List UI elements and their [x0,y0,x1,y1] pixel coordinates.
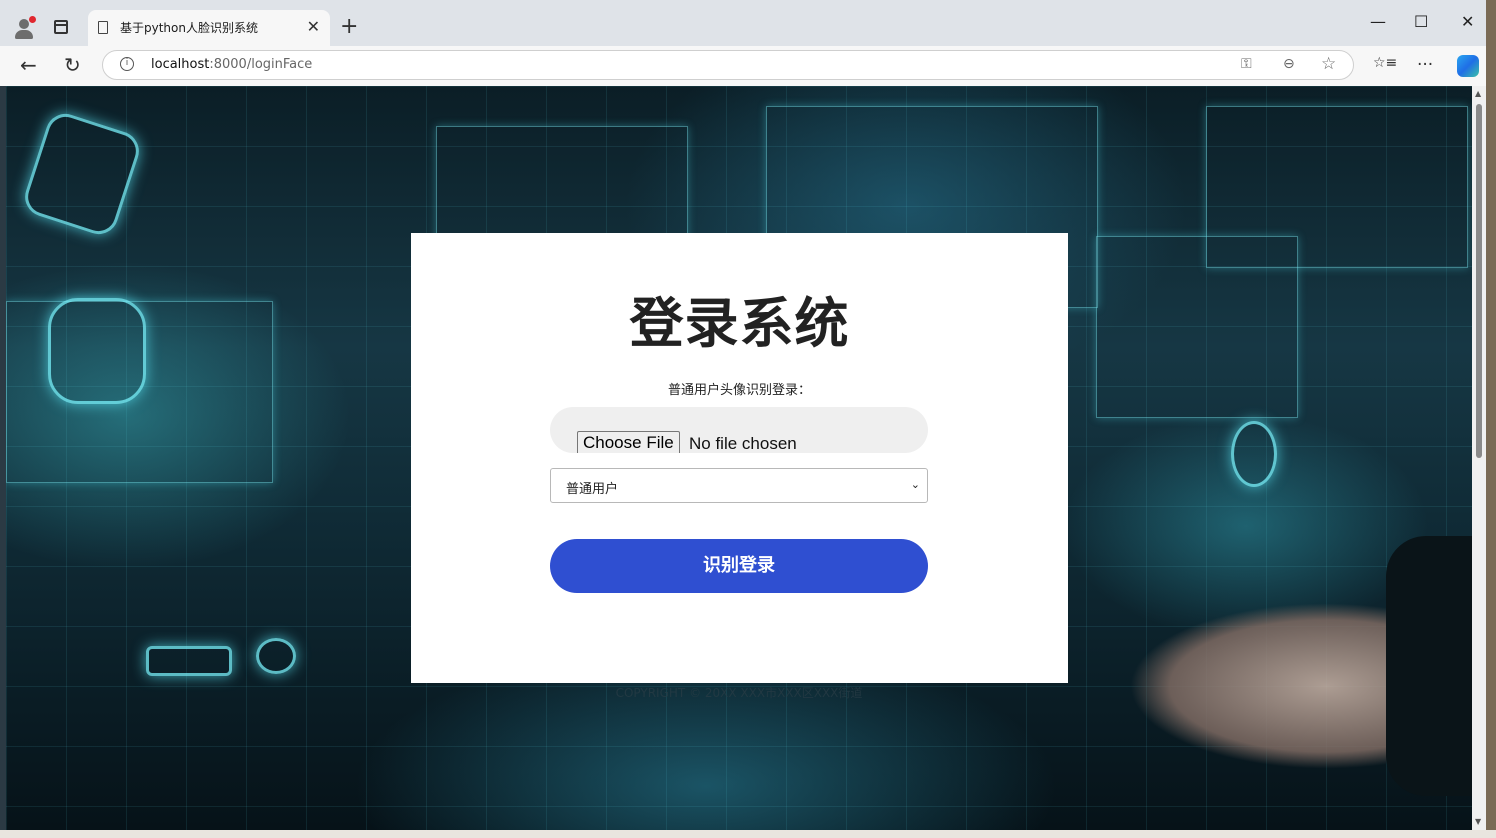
file-status-text: No file chosen [689,434,797,453]
close-window-button[interactable]: ✕ [1461,12,1474,31]
minimize-button[interactable]: — [1370,12,1386,31]
tab-actions-icon[interactable] [54,20,68,34]
scrollbar-thumb[interactable] [1476,104,1482,458]
hologram-panel [1206,106,1468,268]
scroll-up-icon[interactable]: ▲ [1475,89,1481,98]
login-subtitle: 普通用户头像识别登录： [667,383,811,398]
more-options-icon[interactable]: ··· [1417,55,1433,75]
favorite-star-icon[interactable]: ☆ [1321,54,1336,74]
tab-close-icon[interactable]: ✕ [307,17,320,36]
choose-file-button[interactable]: Choose File [577,431,680,453]
zoom-icon[interactable]: ⊖ [1283,56,1295,72]
login-card: 登录系统 普通用户头像识别登录： Choose File No file cho… [411,233,1068,683]
address-bar[interactable]: i localhost:8000/loginFace ⚿ ⊖ ☆ [102,50,1354,80]
hologram-glyph [1231,421,1277,487]
page-viewport: COPYRIGHT © 20XX XXX市XXX区XXX街道 登录系统 普通用户… [6,86,1472,830]
page-favicon-icon [98,21,108,34]
copilot-icon[interactable] [1457,55,1479,77]
vertical-scrollbar[interactable]: ▲ ▼ [1472,86,1486,830]
copyright-footer: COPYRIGHT © 20XX XXX市XXX区XXX街道 [615,686,863,700]
window-bottom-edge [0,830,1496,838]
face-image-file-input[interactable]: Choose File No file chosen [550,407,928,453]
navigation-bar: ← ↻ i localhost:8000/loginFace ⚿ ⊖ ☆ ☆≡ … [0,46,1496,86]
page-title: 登录系统 [629,292,850,355]
maximize-button[interactable]: ☐ [1414,12,1428,31]
hologram-glyph [146,646,232,676]
tab-strip: 基于python人脸识别系统 ✕ + — ☐ ✕ [0,0,1496,46]
favorites-list-icon[interactable]: ☆≡ [1373,55,1397,71]
address-url[interactable]: localhost:8000/loginFace [151,57,312,72]
back-button[interactable]: ← [20,54,37,76]
user-role-selected: 普通用户 [566,482,619,497]
browser-chrome: 基于python人脸识别系统 ✕ + — ☐ ✕ ← ↻ i localhost… [0,0,1496,86]
face-login-button[interactable]: 识别登录 [550,539,928,593]
password-key-icon[interactable]: ⚿ [1241,56,1252,72]
site-info-icon[interactable]: i [120,57,134,71]
desktop-edge [1486,0,1496,838]
hologram-glyph [48,298,146,404]
active-tab[interactable]: 基于python人脸识别系统 ✕ [88,10,330,46]
scroll-down-icon[interactable]: ▼ [1475,817,1481,826]
hologram-glyph [256,638,296,674]
sleeve-image [1386,536,1472,796]
new-tab-button[interactable]: + [340,14,358,40]
profile-avatar-icon[interactable] [12,16,36,40]
user-role-select[interactable]: 普通用户 ⌄ [550,468,928,503]
reload-button[interactable]: ↻ [64,54,81,76]
tab-title: 基于python人脸识别系统 [120,21,258,35]
chevron-down-icon: ⌄ [910,478,920,491]
